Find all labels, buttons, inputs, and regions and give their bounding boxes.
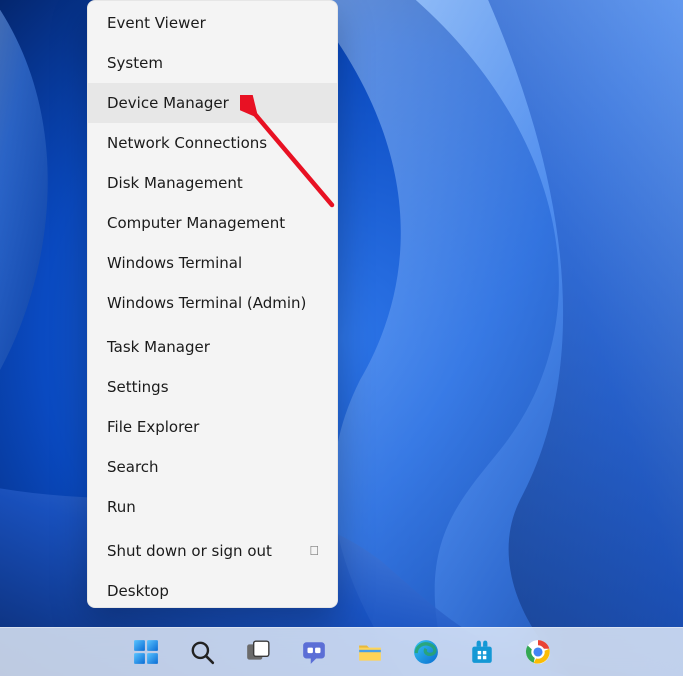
edge-button[interactable] xyxy=(402,628,450,676)
menu-item-label: Shut down or sign out xyxy=(107,531,272,571)
menu-item-label: Task Manager xyxy=(107,327,210,367)
menu-item-label: Disk Management xyxy=(107,163,243,203)
task-view-icon xyxy=(245,639,271,665)
menu-item-desktop[interactable]: Desktop xyxy=(88,571,337,608)
taskbar xyxy=(0,627,683,676)
menu-item-settings[interactable]: Settings xyxy=(88,367,337,407)
file-explorer-icon xyxy=(357,639,383,665)
menu-item-label: Windows Terminal xyxy=(107,243,242,283)
menu-item-label: Computer Management xyxy=(107,203,285,243)
menu-item-file-explorer[interactable]: File Explorer xyxy=(88,407,337,447)
menu-item-label: Search xyxy=(107,447,159,487)
store-button[interactable] xyxy=(458,628,506,676)
menu-item-label: Desktop xyxy=(107,571,169,608)
start-icon xyxy=(133,639,159,665)
chat-button[interactable] xyxy=(290,628,338,676)
menu-item-computer-management[interactable]: Computer Management xyxy=(88,203,337,243)
search-icon xyxy=(189,639,215,665)
menu-item-event-viewer[interactable]: Event Viewer xyxy=(88,3,337,43)
menu-item-label: Event Viewer xyxy=(107,3,206,43)
menu-item-label: Network Connections xyxy=(107,123,267,163)
menu-item-network-connections[interactable]: Network Connections xyxy=(88,123,337,163)
menu-item-label: System xyxy=(107,43,163,83)
task-view-button[interactable] xyxy=(234,628,282,676)
menu-item-search[interactable]: Search xyxy=(88,447,337,487)
menu-item-device-manager[interactable]: Device Manager xyxy=(88,83,337,123)
edge-icon xyxy=(413,639,439,665)
search-button[interactable] xyxy=(178,628,226,676)
menu-item-task-manager[interactable]: Task Manager xyxy=(88,327,337,367)
menu-item-run[interactable]: Run xyxy=(88,487,337,527)
screenshot-viewport: Event Viewer System Device Manager Netwo… xyxy=(0,0,683,676)
winx-menu[interactable]: Event Viewer System Device Manager Netwo… xyxy=(87,0,338,608)
menu-item-shut-down-or-sign-out[interactable]: Shut down or sign out  xyxy=(88,531,337,571)
menu-item-label: File Explorer xyxy=(107,407,199,447)
chevron-right-icon:  xyxy=(309,531,321,571)
file-explorer-button[interactable] xyxy=(346,628,394,676)
menu-item-label: Run xyxy=(107,487,136,527)
store-icon xyxy=(469,639,495,665)
menu-item-disk-management[interactable]: Disk Management xyxy=(88,163,337,203)
menu-item-label: Windows Terminal (Admin) xyxy=(107,283,306,323)
menu-item-label: Settings xyxy=(107,367,169,407)
menu-item-windows-terminal[interactable]: Windows Terminal xyxy=(88,243,337,283)
chrome-button[interactable] xyxy=(514,628,562,676)
menu-item-windows-terminal-admin[interactable]: Windows Terminal (Admin) xyxy=(88,283,337,323)
chrome-icon xyxy=(525,639,551,665)
menu-item-label: Device Manager xyxy=(107,83,229,123)
start-button[interactable] xyxy=(122,628,170,676)
chat-icon xyxy=(301,639,327,665)
menu-item-system[interactable]: System xyxy=(88,43,337,83)
